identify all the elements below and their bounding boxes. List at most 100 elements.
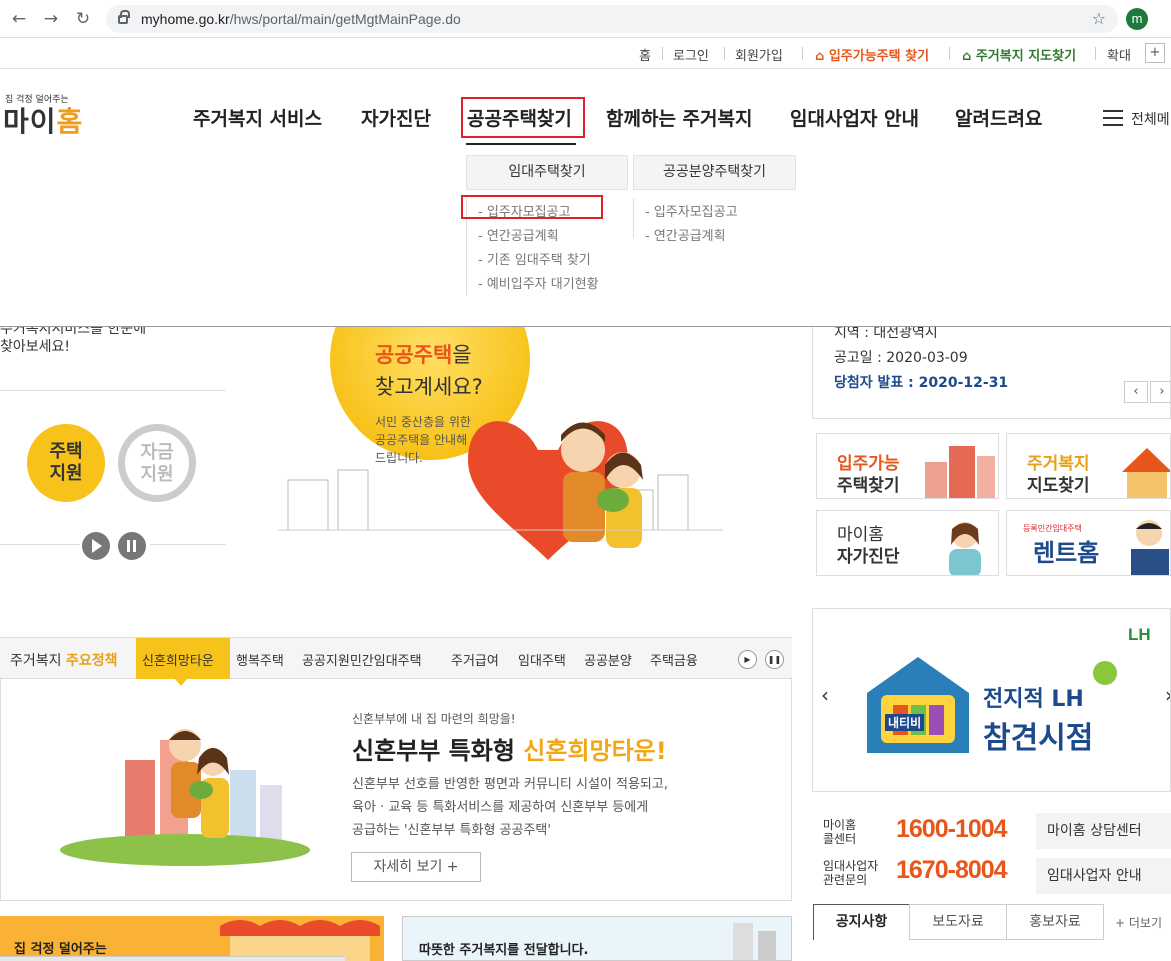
logo-name-b: 홈 [56,105,84,138]
find-available-link[interactable]: ⌂ 입주가능주택 찾기 [815,45,929,64]
bottom-banner-left[interactable]: 집 걱정 덜어주는 [0,916,384,961]
divider [0,390,226,391]
person-icon [1131,520,1169,575]
circle-label: 자금 [140,442,174,463]
tab-rental-housing[interactable]: 임대주택찾기 [466,155,628,190]
hamburger-icon[interactable] [1103,110,1123,131]
tab-newlywed-town[interactable]: 신혼희망타운 [142,650,214,669]
tab-press[interactable]: 보도자료 [909,904,1007,940]
tab-private-rental[interactable]: 공공지원민간임대주택 [302,650,422,669]
divider [1095,47,1096,60]
link-annual-supply-plan[interactable]: - 연간공급계획 [478,225,559,244]
policy-desc-1: 신혼부부 선호를 반영한 평면과 커뮤니티 시설이 적용되고, [352,777,668,792]
policy-title: 신혼부부 특화형 신혼희망타운! [352,731,667,766]
divider [802,47,803,60]
policy-pause-button[interactable]: ❚❚ [765,650,784,669]
policy-pre: 신혼부부에 내 집 마련의 희망을! [352,712,516,726]
hero-headline-1-b: 을 [452,343,472,367]
callcenter-number: 1600-1004 [896,815,1008,843]
status-bar [0,956,345,961]
site-logo[interactable]: 마이홈 [3,100,83,140]
more-details-button[interactable]: 자세히 보기 + [351,852,481,882]
play-button[interactable] [82,532,110,560]
tab-housing-benefit[interactable]: 주거급여 [451,650,499,669]
tab-public-sale-housing[interactable]: 공공분양주택찾기 [633,155,796,190]
apartment-icon [925,446,995,498]
zoom-in-button[interactable]: + [1145,43,1165,63]
myhome-counsel-button[interactable]: 마이홈 상담센터 [1036,813,1171,849]
forward-icon[interactable]: → [41,9,61,29]
news-more-link[interactable]: + 더보기 [1115,914,1162,931]
tab-housing-finance[interactable]: 주택금융 [650,650,698,669]
link-sale-recruitment-notice[interactable]: - 입주자모집공고 [645,201,738,220]
prev-arrow-button[interactable]: ‹ [1124,381,1148,403]
link-waiting-status[interactable]: - 예비입주자 대기현황 [478,273,599,292]
bookmark-star-icon[interactable]: ☆ [1092,9,1106,28]
lh-banner[interactable]: LH ‹ › 내티비 전지적 LH 참견시점 [812,608,1171,792]
next-arrow-button[interactable]: › [1150,381,1171,403]
landlord-label-1: 임대사업자 [823,859,879,873]
policy-label: 주거복지 주요정책 [10,650,118,670]
link-sale-annual-plan[interactable]: - 연간공급계획 [645,225,726,244]
divider [949,47,950,60]
bottom-left-illustration [220,920,380,961]
home-link[interactable]: 홈 [639,45,651,64]
profile-avatar[interactable]: m [1126,8,1148,30]
callcenter-label-2: 콜센터 [823,832,857,846]
quick-find-map[interactable]: 주거복지 지도찾기 [1006,433,1171,499]
gnb-together-welfare[interactable]: 함께하는 주거복지 [606,104,752,131]
pause-icon-bar [133,540,136,552]
gnb-self-diagnosis[interactable]: 자가진단 [361,104,431,131]
quick-label-1: 등록민간임대주택 [1023,524,1082,533]
all-menu-label[interactable]: 전체메 [1131,109,1170,129]
callcenter-label-1: 마이홈 [823,818,857,832]
housing-support-button[interactable]: 주택 지원 [27,424,105,502]
bottom-banner-right[interactable]: 따뜻한 주거복지를 전달합니다. [402,916,792,961]
quick-label-1: 마이홈 [837,525,884,545]
logo-name-a: 마이 [3,105,57,138]
gnb-housing-welfare[interactable]: 주거복지 서비스 [193,104,322,131]
back-icon[interactable]: ← [9,9,29,29]
banner-prev-arrow[interactable]: ‹ [821,683,829,707]
policy-desc-3: 공급하는 '신혼부부 특화형 공공주택' [352,823,551,838]
quick-rent-home[interactable]: 등록민간임대주택 렌트홈 [1006,510,1171,576]
quick-label-2: 자가진단 [837,547,900,567]
quick-label-1: 주거복지 [1027,454,1090,474]
find-map-link[interactable]: ⌂ 주거복지 지도찾기 [962,45,1076,64]
tab-rental-housing-policy[interactable]: 임대주택 [518,650,566,669]
gnb-notices[interactable]: 알려드려요 [955,104,1042,131]
newlywed-illustration [60,729,310,866]
person-icon [949,522,981,575]
link-existing-rental-search[interactable]: - 기존 임대주택 찾기 [478,249,591,268]
quick-self-diagnosis[interactable]: 마이홈 자가진단 [816,510,999,576]
reload-icon[interactable]: ↻ [73,9,93,29]
circle-label: 지원 [140,464,174,485]
policy-play-button[interactable]: ▶ [738,650,757,669]
fund-support-button[interactable]: 자금 지원 [118,424,196,502]
tab-public-sale[interactable]: 공공분양 [584,650,632,669]
gnb-dropdown: 임대주택찾기 공공분양주택찾기 - 입주자모집공고 - 연간공급계획 - 기존 … [0,140,1171,327]
active-underline [466,143,576,145]
quick-label-2: 주택찾기 [837,476,900,496]
tab-notice[interactable]: 공지사항 [813,904,910,940]
join-link[interactable]: 회원가입 [735,45,783,64]
find-map-label: 주거복지 지도찾기 [975,49,1077,64]
banner-next-arrow[interactable]: › [1165,683,1170,707]
login-link[interactable]: 로그인 [673,45,709,64]
gnb-landlord-guide[interactable]: 임대사업자 안내 [790,104,919,131]
landlord-guide-button[interactable]: 임대사업자 안내 [1036,858,1171,894]
utility-bar: 홈 로그인 회원가입 ⌂ 입주가능주택 찾기 ⌂ 주거복지 지도찾기 확대 + [0,38,1171,69]
quick-label-2: 렌트홈 [1033,539,1100,567]
tab-promo[interactable]: 홍보자료 [1006,904,1104,940]
pause-button[interactable] [118,532,146,560]
quick-find-available[interactable]: 입주가능 주택찾기 [816,433,999,499]
hero-headline-1-a: 공공주택 [375,343,453,367]
address-bar[interactable]: myhome.go.kr/hws/portal/main/getMgtMainP… [106,5,1118,33]
policy-title-a: 신혼부부 특화형 [352,737,524,765]
lh-logo: LH [1128,625,1151,644]
tab-happy-housing[interactable]: 행복주택 [236,650,284,669]
house-icon: ⌂ [962,49,972,64]
quick-label-1: 입주가능 [837,454,900,474]
find-available-label: 입주가능주택 찾기 [828,49,930,64]
circle-label: 지원 [49,463,83,484]
